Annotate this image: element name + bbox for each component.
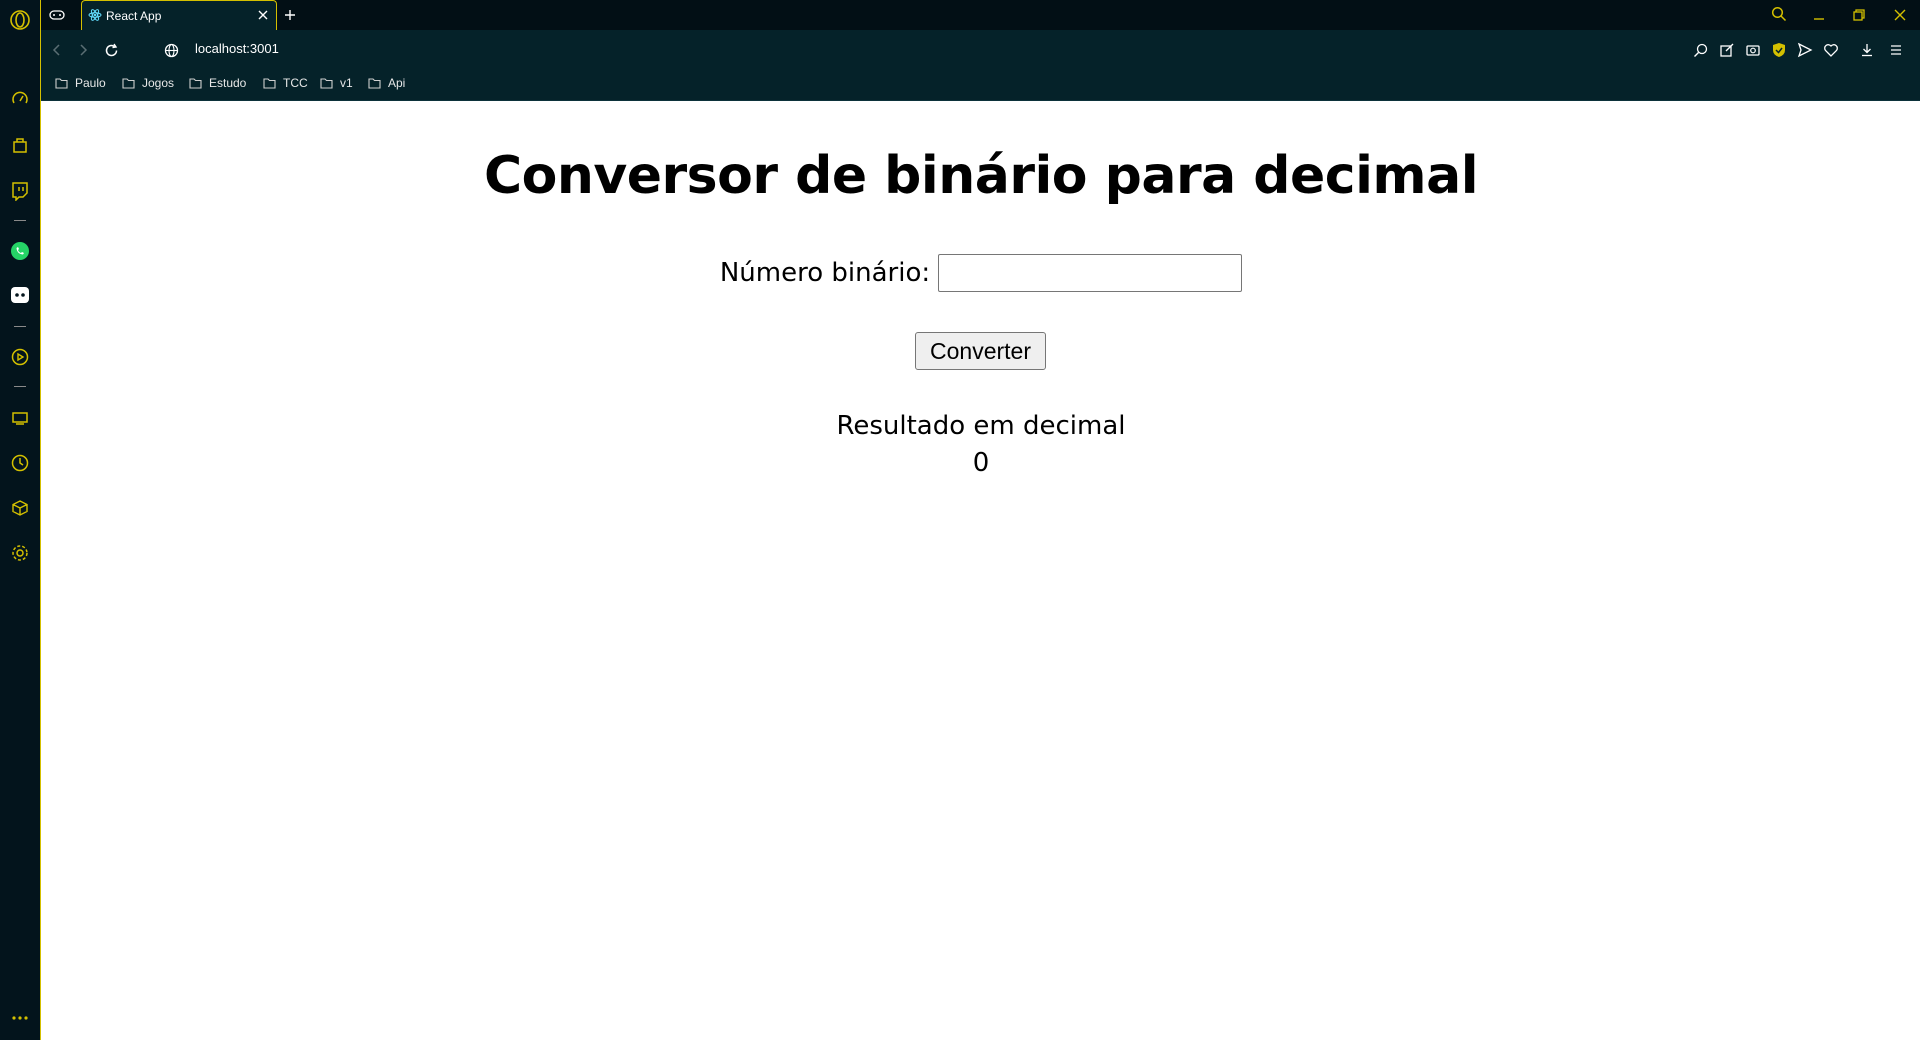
- browser-logo-icon[interactable]: [7, 7, 33, 33]
- gx-controller-icon[interactable]: [47, 5, 67, 25]
- search-tabs-icon[interactable]: [1769, 4, 1789, 24]
- binary-input-row: Número binário:: [42, 254, 1920, 292]
- folder-icon: [55, 77, 68, 89]
- bookmark-label: Jogos: [142, 76, 175, 90]
- heart-bookmark-icon[interactable]: [1821, 40, 1841, 60]
- sidebar-divider: [14, 220, 26, 221]
- camera-snapshot-icon[interactable]: [1743, 40, 1763, 60]
- binary-input-label: Número binário:: [719, 258, 931, 288]
- bookmark-label: v1: [340, 76, 353, 90]
- back-arrow-icon[interactable]: [47, 40, 67, 60]
- adblock-shield-icon[interactable]: [1769, 40, 1789, 60]
- site-info-globe-icon[interactable]: [161, 40, 181, 60]
- bookmark-label: Api: [388, 76, 406, 90]
- bookmark-folder-tcc[interactable]: TCC: [263, 75, 308, 91]
- reload-icon[interactable]: [101, 40, 121, 60]
- discord-icon[interactable]: [7, 282, 33, 308]
- bookmark-label: Paulo: [75, 76, 106, 90]
- bookmark-folder-estudo[interactable]: Estudo: [189, 75, 246, 91]
- page-content: Conversor de binário para decimal Número…: [42, 101, 1920, 1040]
- tab-strip: React App: [41, 0, 1920, 30]
- download-icon[interactable]: [1857, 40, 1877, 60]
- restore-window-icon[interactable]: [1849, 5, 1869, 25]
- folder-icon: [189, 77, 202, 89]
- bookmark-label: Estudo: [209, 76, 247, 90]
- tab-react-app[interactable]: React App: [81, 0, 277, 30]
- easy-setup-menu-icon[interactable]: [1886, 40, 1906, 60]
- page-title: Conversor de binário para decimal: [483, 146, 1479, 206]
- folder-icon: [122, 77, 135, 89]
- history-icon[interactable]: [7, 450, 33, 476]
- close-tab-icon[interactable]: [256, 8, 270, 27]
- speedometer-icon[interactable]: [7, 86, 33, 112]
- close-window-icon[interactable]: [1890, 5, 1910, 25]
- snapshot-icon[interactable]: [7, 405, 33, 431]
- sidebar-divider: [14, 386, 26, 387]
- bookmark-folder-v1[interactable]: v1: [320, 75, 353, 91]
- binary-number-input[interactable]: [938, 254, 1243, 292]
- folder-icon: [320, 77, 333, 89]
- shopping-bag-icon[interactable]: [7, 132, 33, 158]
- send-flow-icon[interactable]: [1795, 40, 1815, 60]
- new-tab-icon[interactable]: [280, 5, 300, 25]
- share-edit-icon[interactable]: [1717, 40, 1737, 60]
- folder-icon: [263, 77, 276, 89]
- convert-button[interactable]: Converter: [915, 332, 1046, 370]
- bookmark-folder-api[interactable]: Api: [368, 75, 405, 91]
- react-favicon-icon: [88, 8, 102, 27]
- player-icon[interactable]: [7, 344, 33, 370]
- bookmark-folder-jogos[interactable]: Jogos: [122, 75, 174, 91]
- bookmark-folder-paulo[interactable]: Paulo: [55, 75, 106, 91]
- whatsapp-icon[interactable]: [7, 238, 33, 264]
- settings-gear-icon[interactable]: [7, 540, 33, 566]
- address-bar-url[interactable]: localhost:3001: [195, 41, 279, 56]
- minimize-icon[interactable]: [1809, 5, 1829, 25]
- sidebar-divider: [14, 326, 26, 327]
- folder-icon: [368, 77, 381, 89]
- browser-toolbar: localhost:3001 Paulo Jogos Estudo TCC v1…: [41, 30, 1920, 101]
- tab-title: React App: [106, 9, 162, 23]
- bookmark-label: TCC: [283, 76, 308, 90]
- more-options-icon[interactable]: [7, 1005, 33, 1031]
- zoom-icon[interactable]: [1691, 40, 1711, 60]
- result-value: 0: [972, 448, 990, 478]
- forward-arrow-icon[interactable]: [73, 40, 93, 60]
- browser-sidebar: [0, 0, 41, 1040]
- extensions-cube-icon[interactable]: [7, 495, 33, 521]
- result-label: Resultado em decimal: [836, 411, 1126, 441]
- twitch-icon[interactable]: [7, 178, 33, 204]
